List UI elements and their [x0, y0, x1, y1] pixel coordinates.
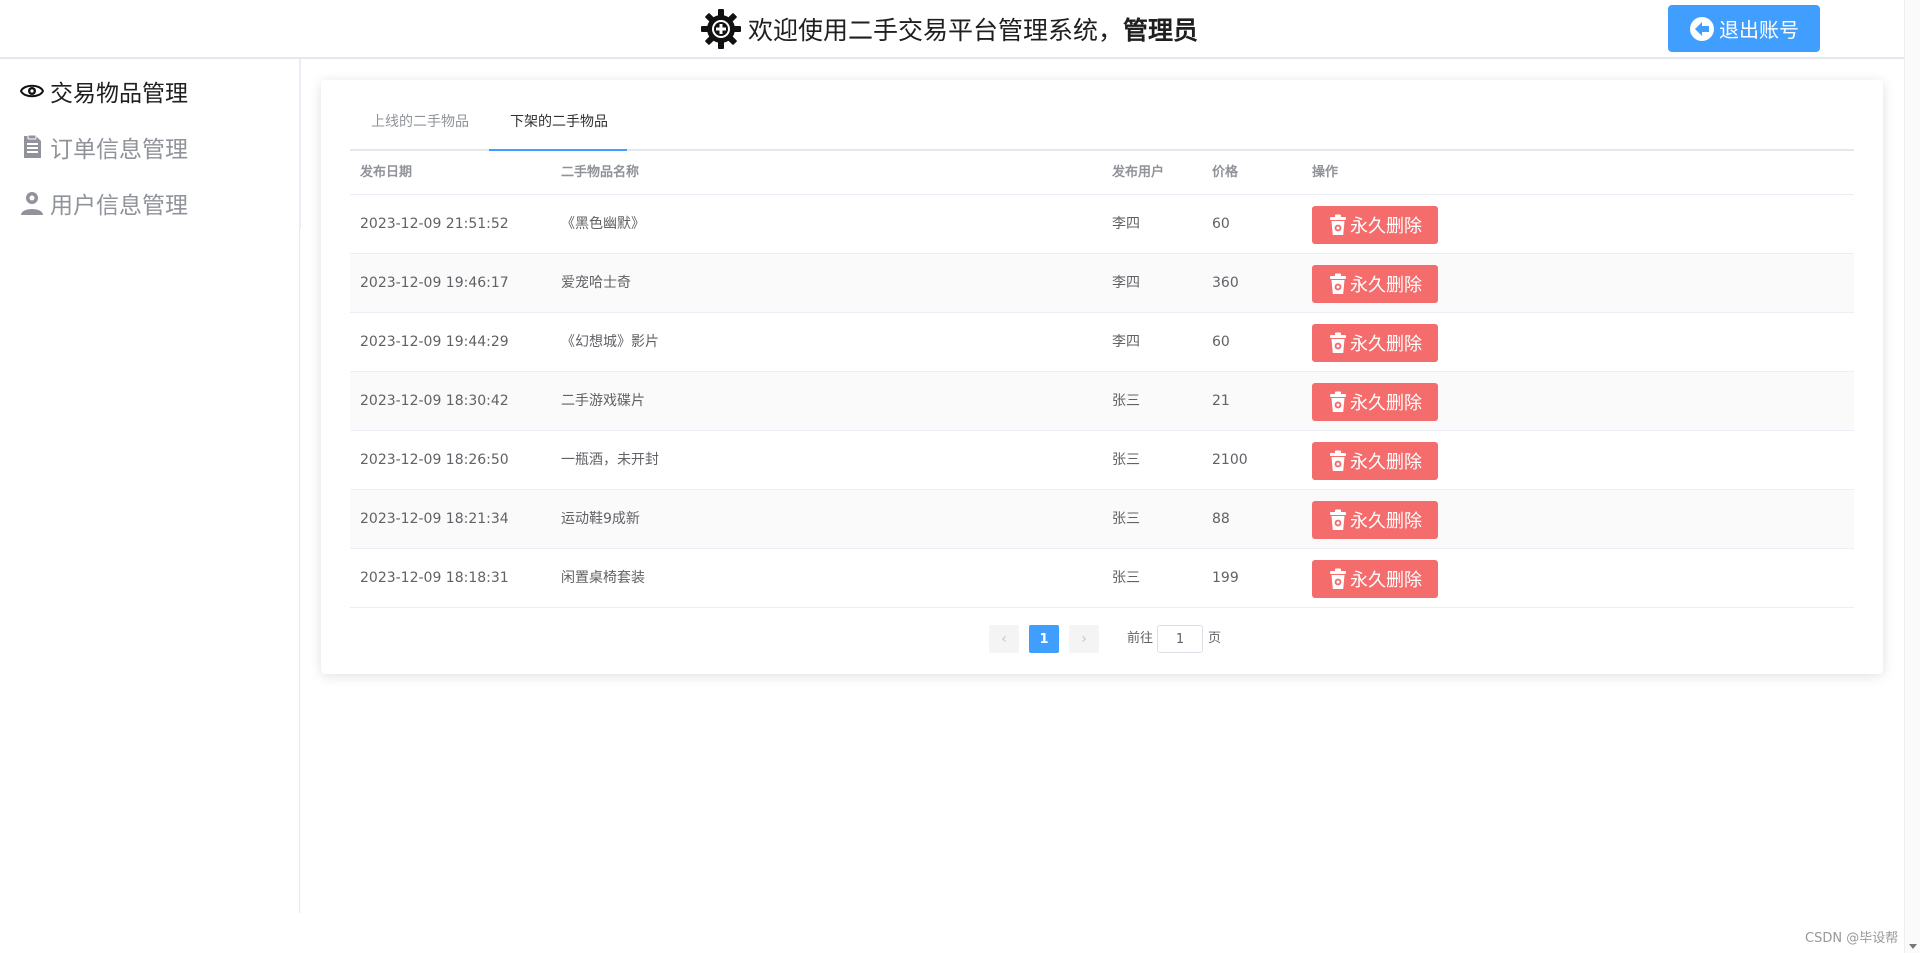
title-user: 管理员 — [1123, 16, 1199, 45]
permanent-delete-button[interactable]: 永久删除 — [1312, 560, 1438, 598]
table-row: 2023-12-09 18:21:34 运动鞋9成新 张三 88 永久删除 — [350, 490, 1854, 549]
cell-user: 张三 — [1112, 452, 1140, 468]
table-row: 2023-12-09 19:46:17 爱宠哈士奇 李四 360 永久删除 — [350, 254, 1854, 313]
delete-label: 永久删除 — [1350, 452, 1422, 473]
sidebar-item-users[interactable]: 用户信息管理 — [18, 183, 188, 223]
cell-name: 爱宠哈士奇 — [561, 275, 631, 291]
table-row: 2023-12-09 18:26:50 一瓶酒，未开封 张三 2100 永久删除 — [350, 431, 1854, 490]
cell-name: 《幻想城》影片 — [561, 334, 659, 350]
sidebar: 交易物品管理 订单信息管理 用户信息管理 — [0, 59, 301, 913]
watermark: CSDN @毕设帮 — [1805, 931, 1899, 946]
logout-label: 退出账号 — [1719, 18, 1799, 42]
sidebar-item-orders[interactable]: 订单信息管理 — [18, 127, 188, 167]
permanent-delete-button[interactable]: 永久删除 — [1312, 206, 1438, 244]
cell-price: 60 — [1212, 216, 1230, 232]
next-page-button[interactable]: › — [1069, 625, 1099, 653]
col-actions: 操作 — [1312, 165, 1339, 180]
document-icon — [24, 134, 41, 158]
cell-name: 二手游戏碟片 — [561, 393, 645, 409]
table-row: 2023-12-09 18:18:31 闲置桌椅套装 张三 199 永久删除 — [350, 549, 1854, 608]
page-scrollbar[interactable] — [1904, 0, 1920, 953]
cell-user: 李四 — [1112, 334, 1140, 350]
col-user: 发布用户 — [1112, 165, 1165, 180]
table-header: 发布日期 二手物品名称 发布用户 价格 操作 — [350, 151, 1854, 195]
cell-date: 2023-12-09 18:30:42 — [360, 393, 509, 409]
gear-icon — [701, 9, 741, 49]
goto-suffix: 页 — [1208, 631, 1222, 646]
goto-prefix: 前往 — [1127, 631, 1154, 646]
cell-price: 60 — [1212, 334, 1230, 350]
tab-offline-goods[interactable]: 下架的二手物品 — [510, 94, 608, 151]
page-1-button[interactable]: 1 — [1029, 625, 1059, 653]
main-card: 上线的二手物品 下架的二手物品 发布日期 二手物品名称 发布用户 价格 操作 2… — [321, 80, 1883, 674]
table-row: 2023-12-09 18:30:42 二手游戏碟片 张三 21 永久删除 — [350, 372, 1854, 431]
cell-date: 2023-12-09 19:46:17 — [360, 275, 509, 291]
cell-date: 2023-12-09 18:18:31 — [360, 570, 509, 586]
cell-price: 2100 — [1212, 452, 1248, 468]
pagination: ‹ 1 › 前往 页 — [321, 625, 1883, 655]
cell-date: 2023-12-09 18:26:50 — [360, 452, 509, 468]
cell-user: 张三 — [1112, 393, 1140, 409]
cell-user: 李四 — [1112, 275, 1140, 291]
delete-label: 永久删除 — [1350, 393, 1422, 414]
tab-online-goods[interactable]: 上线的二手物品 — [371, 94, 469, 151]
sidebar-item-label: 用户信息管理 — [50, 193, 188, 219]
cell-user: 李四 — [1112, 216, 1140, 232]
title-prefix: 欢迎使用二手交易平台管理系统， — [748, 16, 1124, 45]
cell-name: 闲置桌椅套装 — [561, 570, 645, 586]
table-row: 2023-12-09 21:51:52 《黑色幽默》 李四 60 永久删除 — [350, 195, 1854, 254]
permanent-delete-button[interactable]: 永久删除 — [1312, 265, 1438, 303]
goto-page-input[interactable] — [1157, 625, 1203, 653]
permanent-delete-button[interactable]: 永久删除 — [1312, 501, 1438, 539]
cell-user: 张三 — [1112, 511, 1140, 527]
top-header: 欢迎使用二手交易平台管理系统， 管理员 退出账号 — [0, 0, 1904, 59]
cell-price: 21 — [1212, 393, 1230, 409]
logout-button[interactable]: 退出账号 — [1668, 5, 1820, 52]
col-name: 二手物品名称 — [561, 165, 640, 180]
page-title: 欢迎使用二手交易平台管理系统， 管理员 — [700, 6, 1198, 52]
cell-user: 张三 — [1112, 570, 1140, 586]
cell-price: 360 — [1212, 275, 1239, 291]
cell-date: 2023-12-09 18:21:34 — [360, 511, 509, 527]
trash-icon — [1330, 509, 1346, 530]
sidebar-item-label: 交易物品管理 — [50, 81, 188, 107]
delete-label: 永久删除 — [1350, 216, 1422, 237]
sidebar-item-label: 订单信息管理 — [50, 137, 188, 163]
trash-icon — [1330, 214, 1346, 235]
trash-icon — [1330, 450, 1346, 471]
trash-icon — [1330, 568, 1346, 589]
table-row: 2023-12-09 19:44:29 《幻想城》影片 李四 60 永久删除 — [350, 313, 1854, 372]
col-date: 发布日期 — [360, 165, 413, 180]
delete-label: 永久删除 — [1350, 511, 1422, 532]
delete-label: 永久删除 — [1350, 275, 1422, 296]
user-icon — [21, 192, 43, 215]
delete-label: 永久删除 — [1350, 334, 1422, 355]
delete-label: 永久删除 — [1350, 570, 1422, 591]
scroll-down-arrow-icon[interactable] — [1909, 944, 1917, 949]
tab-bar: 上线的二手物品 下架的二手物品 — [350, 94, 1854, 151]
cell-name: 运动鞋9成新 — [561, 511, 640, 527]
arrow-left-icon — [1690, 16, 1714, 41]
col-price: 价格 — [1212, 165, 1239, 180]
cell-date: 2023-12-09 21:51:52 — [360, 216, 509, 232]
trash-icon — [1330, 391, 1346, 412]
sidebar-item-goods[interactable]: 交易物品管理 — [18, 71, 188, 111]
cell-price: 199 — [1212, 570, 1239, 586]
cell-name: 《黑色幽默》 — [561, 216, 645, 232]
permanent-delete-button[interactable]: 永久删除 — [1312, 324, 1438, 362]
prev-page-button[interactable]: ‹ — [989, 625, 1019, 653]
trash-icon — [1330, 273, 1346, 294]
permanent-delete-button[interactable]: 永久删除 — [1312, 442, 1438, 480]
cell-price: 88 — [1212, 511, 1230, 527]
cell-date: 2023-12-09 19:44:29 — [360, 334, 509, 350]
permanent-delete-button[interactable]: 永久删除 — [1312, 383, 1438, 421]
goods-table: 发布日期 二手物品名称 发布用户 价格 操作 2023-12-09 21:51:… — [350, 151, 1854, 608]
trash-icon — [1330, 332, 1346, 353]
eye-icon — [19, 84, 45, 98]
table-body: 2023-12-09 21:51:52 《黑色幽默》 李四 60 永久删除 2023-12… — [350, 195, 1854, 608]
cell-name: 一瓶酒，未开封 — [561, 452, 659, 468]
